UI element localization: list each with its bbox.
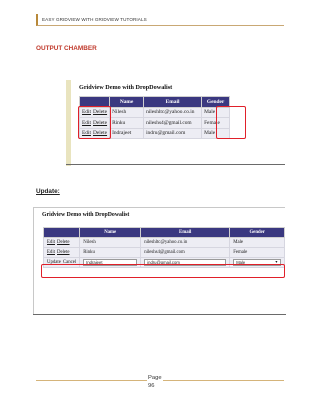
table-row: Edit Delete Nilesh nileshltc@yahoo.co.in … [42, 237, 286, 248]
name-cell: Rinku [109, 117, 145, 129]
edit-link[interactable]: Edit [47, 240, 55, 245]
update-section-title: Update: [36, 188, 60, 195]
gender-cell: Female [229, 247, 286, 258]
edit-link[interactable]: Edit [47, 250, 55, 255]
command-column-highlight [78, 106, 111, 139]
screenshot-margin-stripe [66, 80, 71, 166]
output-section-title: OUTPUT CHAMBER [36, 45, 97, 52]
page-label: Page [148, 375, 162, 381]
screenshot-bottom-rule [66, 164, 285, 165]
table-row: Edit Delete Rinku nileshs4@gmail.com Fema… [42, 247, 286, 258]
email-header[interactable]: Email [143, 96, 203, 108]
gridview-table: Name Email Gender Edit Delete Nilesh nile… [42, 227, 286, 268]
command-cell: Edit Delete [42, 237, 81, 248]
email-cell: nileshs4@gmail.com [140, 247, 231, 258]
update-screenshot: Gridview Demo with DropDowalist Name Ema… [33, 207, 286, 315]
page-number: Page 96 [147, 375, 163, 390]
running-header: EASY GRIDVIEW WITH GRIDVIEW TUTORIALS [36, 14, 284, 26]
email-cell: nileshs4@gmail.com [143, 117, 203, 129]
page-number-value: 96 [148, 382, 155, 389]
email-header[interactable]: Email [140, 227, 231, 238]
name-cell: Indrajeet [109, 127, 145, 139]
name-header[interactable]: Name [109, 96, 145, 108]
header-row: Name Email Gender [42, 227, 286, 238]
gender-header[interactable]: Gender [229, 227, 286, 238]
gender-column-highlight [216, 106, 246, 139]
email-cell: nileshltc@yahoo.co.in [140, 237, 231, 248]
name-header[interactable]: Name [79, 227, 142, 238]
delete-link[interactable]: Delete [57, 250, 70, 255]
grid-title: Gridview Demo with DropDowalist [79, 84, 173, 91]
gender-cell: Male [229, 237, 286, 248]
delete-link[interactable]: Delete [57, 240, 70, 245]
grid-title: Gridview Demo with DropDowalist [42, 212, 130, 218]
name-cell: Rinku [79, 247, 142, 258]
command-header [42, 227, 81, 238]
screenshot-bottom-rule [33, 314, 286, 315]
command-cell: Edit Delete [42, 247, 81, 258]
output-screenshot: Gridview Demo with DropDowalist Name Ema… [66, 80, 285, 166]
email-cell: indru@gmail.com [143, 127, 203, 139]
edit-row-highlight [41, 264, 285, 278]
email-cell: nileshltc@yahoo.co.in [143, 106, 203, 118]
running-header-text: EASY GRIDVIEW WITH GRIDVIEW TUTORIALS [42, 17, 147, 22]
name-cell: Nilesh [79, 237, 142, 248]
name-cell: Nilesh [109, 106, 145, 118]
